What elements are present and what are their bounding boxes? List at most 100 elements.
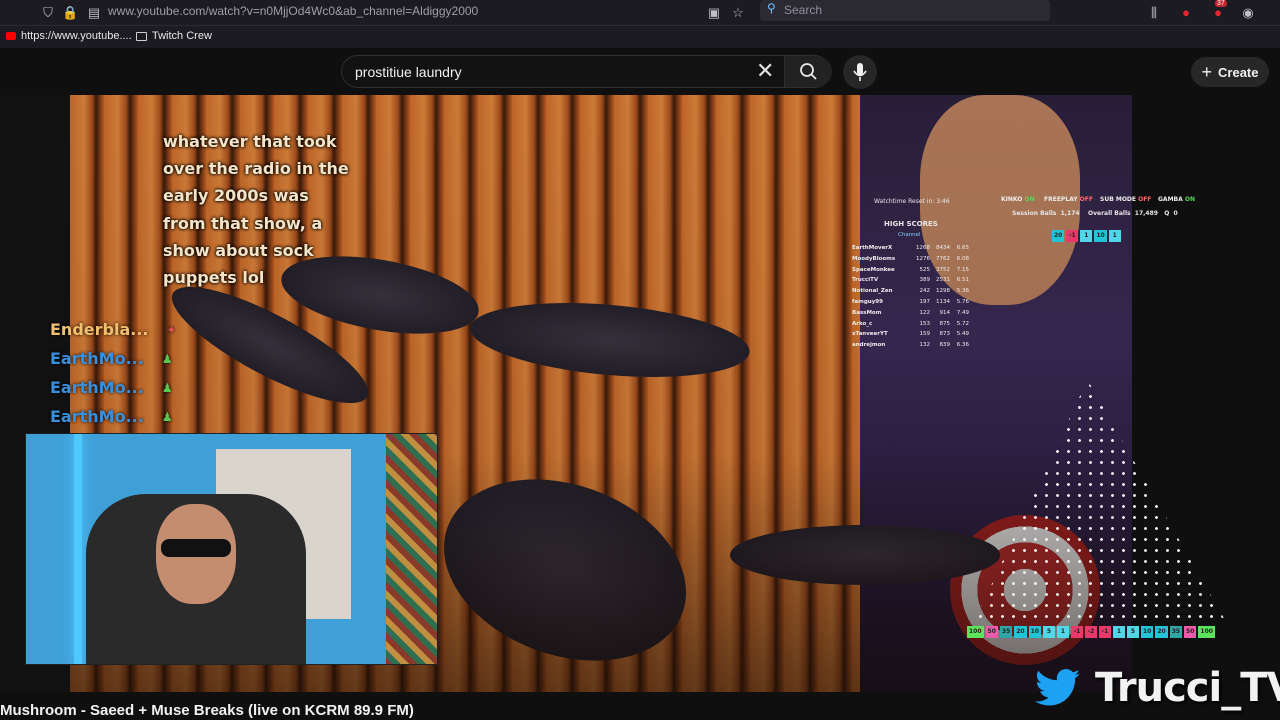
score-row: EarthMoverX 1268 8434 6.65: [852, 243, 969, 254]
score-cell: xTanveerYT: [852, 331, 888, 338]
score-cell: 197: [919, 298, 931, 305]
lock-icon[interactable]: 🔒: [62, 5, 78, 21]
score-cell: BassMom: [852, 309, 882, 316]
high-scores-subtitle: Channel: [898, 232, 921, 238]
page-info-icon[interactable]: ▤: [86, 5, 102, 21]
webcam-led-strip: [74, 434, 82, 664]
score-cell: 5.76: [956, 298, 969, 305]
score-cell: Arko_c: [852, 320, 873, 327]
score-cell: 6.36: [956, 342, 969, 349]
shield-icon[interactable]: ⛉: [40, 5, 56, 21]
twitter-icon: [1035, 669, 1081, 706]
youtube-header: prostitiue laundry ✕ + Create: [0, 48, 1280, 95]
plus-icon: +: [1201, 61, 1213, 82]
score-cell: 525: [919, 266, 931, 273]
score-chip: 100: [1198, 626, 1215, 638]
flag-freeplay: FREEPLAY OFF: [1044, 196, 1093, 203]
channel-branding: Trucci_TV: [1035, 665, 1280, 711]
runner-icon: ♟: [161, 352, 173, 366]
score-chip: 1: [1112, 626, 1125, 638]
score-cell: 7762: [936, 255, 950, 262]
video-title[interactable]: Mushroom - Saeed + Muse Breaks (live on …: [0, 702, 414, 719]
score-cell: EarthMoverX: [852, 245, 893, 251]
youtube-icon: [6, 32, 16, 40]
channel-name: Trucci_TV: [1095, 665, 1280, 711]
chat-message: whatever that took over the radio in the…: [163, 132, 349, 288]
create-button[interactable]: + Create: [1191, 57, 1269, 87]
score-chip: 5: [1042, 626, 1055, 638]
score-cell: 5.72: [956, 320, 969, 327]
score-cell: 159: [919, 331, 931, 338]
chat-user: EarthMo... ♟: [50, 405, 177, 434]
bottom-chip-row: 100 50 35 20 10 5 1 -1 -2 -1 1 5 10 20 35 50 100: [967, 626, 1215, 638]
bookmark-label: https://www.youtube....: [21, 30, 132, 42]
score-chip: 35: [999, 626, 1013, 638]
score-chip: 50: [985, 626, 998, 638]
score-cell: 1298: [936, 288, 950, 295]
score-chip: -2: [1084, 626, 1097, 638]
bookmark-star-icon[interactable]: ☆: [730, 5, 746, 21]
runner-icon: ♟: [161, 381, 173, 395]
create-label: Create: [1218, 64, 1259, 80]
score-cell: TrucciTV: [852, 277, 879, 284]
score-cell: 242: [919, 288, 931, 295]
extension-badge-icon[interactable]: ●: [1210, 5, 1226, 21]
score-chip: -1: [1070, 626, 1083, 638]
extension-icon[interactable]: ●: [1178, 5, 1194, 21]
score-chip: 10: [1028, 626, 1041, 638]
webcam-wall-art: [386, 434, 437, 664]
search-button[interactable]: [784, 56, 832, 87]
reader-mode-icon[interactable]: ▣: [706, 5, 722, 21]
score-row: xTanveerYT 159 873 5.49: [852, 329, 969, 340]
score-cell: 6.08: [956, 255, 969, 262]
bookmark-twitch-crew[interactable]: Twitch Crew: [136, 30, 212, 42]
score-chip: 20: [1014, 626, 1027, 638]
search-icon: ⚲: [767, 1, 776, 15]
url-field[interactable]: www.youtube.com/watch?v=n0MjjOd4Wc0&ab_c…: [108, 4, 478, 18]
score-row: Arko_c 153 875 5.72: [852, 319, 969, 330]
score-cell: 122: [919, 309, 931, 316]
score-cell: 6.51: [956, 277, 969, 284]
high-scores-table: EarthMoverX 1268 8434 6.65 MoodyBlooms 1276 77…: [852, 243, 969, 351]
bookmark-youtube[interactable]: https://www.youtube....: [6, 30, 132, 42]
score-chip: 20: [1052, 230, 1065, 242]
voice-search-button[interactable]: [843, 55, 877, 89]
score-cell: SpaceMonkee: [852, 266, 895, 273]
youtube-search-input[interactable]: prostitiue laundry ✕: [341, 55, 832, 88]
score-chip: 1: [1080, 230, 1093, 242]
score-cell: 153: [919, 320, 931, 327]
overall-balls: Overall Balls 17,489 Q 0: [1088, 210, 1178, 217]
session-balls: Session Balls 1,174: [1012, 210, 1080, 217]
runner-icon: ♟: [161, 410, 173, 424]
top-chip-row: 20 -1 1 10 1: [1052, 230, 1121, 242]
score-row: MoodyBlooms 1276 7762 6.08: [852, 254, 969, 265]
score-chip: 20: [1155, 626, 1168, 638]
score-cell: 6.65: [956, 245, 969, 251]
webcam-feed: [25, 433, 438, 665]
score-cell: Notional_Zen: [852, 288, 893, 295]
score-cell: 873: [939, 331, 951, 338]
score-chip: 50: [1184, 626, 1197, 638]
microphone-icon: [853, 63, 867, 81]
account-icon[interactable]: ◉: [1240, 5, 1256, 21]
score-cell: 1134: [936, 298, 950, 305]
search-query: prostitiue laundry: [355, 64, 462, 80]
score-cell: 132: [919, 342, 931, 349]
score-chip: 1: [1108, 230, 1121, 242]
library-icon[interactable]: ⫼: [1146, 5, 1162, 21]
watchtime-text: Watchtime Reset in: 3:46: [874, 198, 950, 205]
score-chip: 1: [1056, 626, 1069, 638]
browser-search-input[interactable]: ⚲ Search: [760, 0, 1050, 21]
score-chip: -1: [1098, 626, 1111, 638]
high-scores-title: HIGH SCORES: [884, 220, 938, 228]
score-row: SpaceMonkee 525 3752 7.15: [852, 265, 969, 276]
sunglasses: [161, 539, 231, 557]
clear-search-icon[interactable]: ✕: [756, 60, 774, 82]
folder-icon: [136, 31, 147, 41]
chat-user: EarthMo... ♟: [50, 376, 177, 405]
score-cell: 2531: [936, 277, 950, 284]
score-cell: famguy99: [852, 298, 883, 305]
flag-kinko: KINKO ON: [1001, 196, 1035, 203]
score-chip: -1: [1066, 230, 1079, 242]
score-cell: 1276: [916, 255, 930, 262]
